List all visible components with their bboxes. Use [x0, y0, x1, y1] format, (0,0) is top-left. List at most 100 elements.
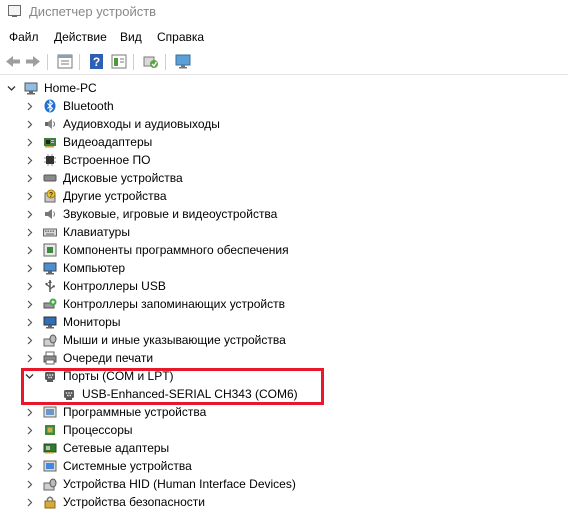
tree-category-label: Системные устройства [63, 459, 192, 473]
tree-category[interactable]: Встроенное ПО [0, 151, 568, 169]
tree-category-label: Программные устройства [63, 405, 207, 419]
tree-category[interactable]: Системные устройства [0, 457, 568, 475]
tree-category[interactable]: Компьютер [0, 259, 568, 277]
software-component-icon [43, 243, 57, 257]
toolbar: ? [0, 50, 568, 75]
menu-file[interactable]: Файл [9, 30, 39, 44]
chevron-right-icon[interactable] [24, 475, 34, 493]
computer-icon [24, 81, 38, 95]
tree-category[interactable]: Контроллеры запоминающих устройств [0, 295, 568, 313]
toolbar-separator [47, 54, 48, 70]
storage-controller-icon [43, 297, 57, 311]
speaker-icon [43, 117, 57, 131]
tree-category-label: Bluetooth [63, 99, 114, 113]
chevron-right-icon[interactable] [24, 403, 34, 421]
tree-category[interactable]: Звуковые, игровые и видеоустройства [0, 205, 568, 223]
toolbar-separator [79, 54, 80, 70]
chevron-right-icon[interactable] [24, 331, 34, 349]
chevron-right-icon[interactable] [24, 295, 34, 313]
tree-category[interactable]: Дисковые устройства [0, 169, 568, 187]
tree-category[interactable]: ? Другие устройства [0, 187, 568, 205]
chevron-right-icon[interactable] [24, 349, 34, 367]
tree-category[interactable]: Устройства HID (Human Interface Devices) [0, 475, 568, 493]
computer-icon [43, 261, 57, 275]
tree-category[interactable]: Процессоры [0, 421, 568, 439]
title-bar: Диспетчер устройств [0, 0, 568, 24]
network-adapter-icon [43, 441, 57, 455]
toolbar-separator [165, 54, 166, 70]
chevron-right-icon[interactable] [24, 277, 34, 295]
bluetooth-icon [43, 99, 57, 113]
menu-action[interactable]: Действие [54, 30, 107, 44]
back-arrow-icon[interactable] [4, 53, 22, 70]
chevron-down-icon[interactable] [6, 79, 16, 97]
printer-icon [43, 351, 57, 365]
tree-category-label: Компьютер [63, 261, 126, 275]
security-device-icon [43, 495, 57, 509]
software-device-icon [43, 405, 57, 419]
tree-category-label: Видеоадаптеры [63, 135, 153, 149]
menu-view[interactable]: Вид [120, 30, 142, 44]
tree-category[interactable]: Мониторы [0, 313, 568, 331]
svg-text:?: ? [49, 192, 53, 199]
tree-category[interactable]: Устройства безопасности [0, 493, 568, 511]
chevron-right-icon[interactable] [24, 457, 34, 475]
display-adapter-icon [43, 135, 57, 149]
tree-category[interactable]: Аудиовходы и аудиовыходы [0, 115, 568, 133]
tree-category-label: Мониторы [63, 315, 121, 329]
tree-category[interactable]: Видеоадаптеры [0, 133, 568, 151]
chevron-right-icon[interactable] [24, 205, 34, 223]
chevron-right-icon[interactable] [24, 241, 34, 259]
tree-category-label: Контроллеры USB [63, 279, 166, 293]
chevron-right-icon[interactable] [24, 97, 34, 115]
tree-category-label: Контроллеры запоминающих устройств [63, 297, 285, 311]
tree-category[interactable]: Компоненты программного обеспечения [0, 241, 568, 259]
chevron-right-icon[interactable] [24, 439, 34, 457]
chevron-right-icon[interactable] [24, 187, 34, 205]
tree-root[interactable]: Home-PC [0, 79, 568, 97]
tree-category[interactable]: Мыши и иные указывающие устройства [0, 331, 568, 349]
menu-help[interactable]: Справка [157, 30, 204, 44]
processor-icon [43, 423, 57, 437]
scan-hardware-icon[interactable] [142, 53, 160, 70]
forward-arrow-icon[interactable] [24, 53, 42, 70]
tree-category-label: Сетевые адаптеры [63, 441, 170, 455]
tree-category[interactable]: Сетевые адаптеры [0, 439, 568, 457]
tree-category[interactable]: Очереди печати [0, 349, 568, 367]
mouse-icon [43, 333, 57, 347]
tree-category[interactable]: Bluetooth [0, 97, 568, 115]
chevron-right-icon[interactable] [24, 493, 34, 511]
keyboard-icon [43, 225, 57, 239]
tree-category-label: Очереди печати [63, 351, 154, 365]
tree-category-label: Устройства безопасности [63, 495, 205, 509]
show-hidden-icon[interactable] [110, 53, 128, 70]
tree-category[interactable]: Контроллеры USB [0, 277, 568, 295]
chevron-right-icon[interactable] [24, 259, 34, 277]
unknown-device-icon: ? [43, 189, 57, 203]
help-icon[interactable]: ? [88, 53, 106, 70]
tree-category-label: Мыши и иные указывающие устройства [63, 333, 286, 347]
chevron-right-icon[interactable] [24, 169, 34, 187]
system-device-icon [43, 459, 57, 473]
chevron-right-icon[interactable] [24, 421, 34, 439]
tree-category-label: Встроенное ПО [63, 153, 151, 167]
chevron-right-icon[interactable] [24, 133, 34, 151]
tree-category-label: Клавиатуры [63, 225, 130, 239]
tree-category-label: Процессоры [63, 423, 133, 437]
tree-category-label: Компоненты программного обеспечения [63, 243, 289, 257]
tree-category[interactable]: Программные устройства [0, 403, 568, 421]
tree-root-label: Home-PC [44, 81, 97, 95]
menu-bar: Файл Действие Вид Справка [0, 28, 568, 48]
monitor-view-icon[interactable] [174, 53, 192, 70]
chevron-right-icon[interactable] [24, 115, 34, 133]
tree-category-label: Другие устройства [63, 189, 167, 203]
tree-category-label: Дисковые устройства [63, 171, 183, 185]
tree-category[interactable]: Клавиатуры [0, 223, 568, 241]
chevron-right-icon[interactable] [24, 223, 34, 241]
disk-drive-icon [43, 171, 57, 185]
chevron-right-icon[interactable] [24, 151, 34, 169]
svg-text:?: ? [93, 55, 100, 69]
hid-icon [43, 477, 57, 491]
chevron-right-icon[interactable] [24, 313, 34, 331]
properties-icon[interactable] [56, 53, 74, 70]
